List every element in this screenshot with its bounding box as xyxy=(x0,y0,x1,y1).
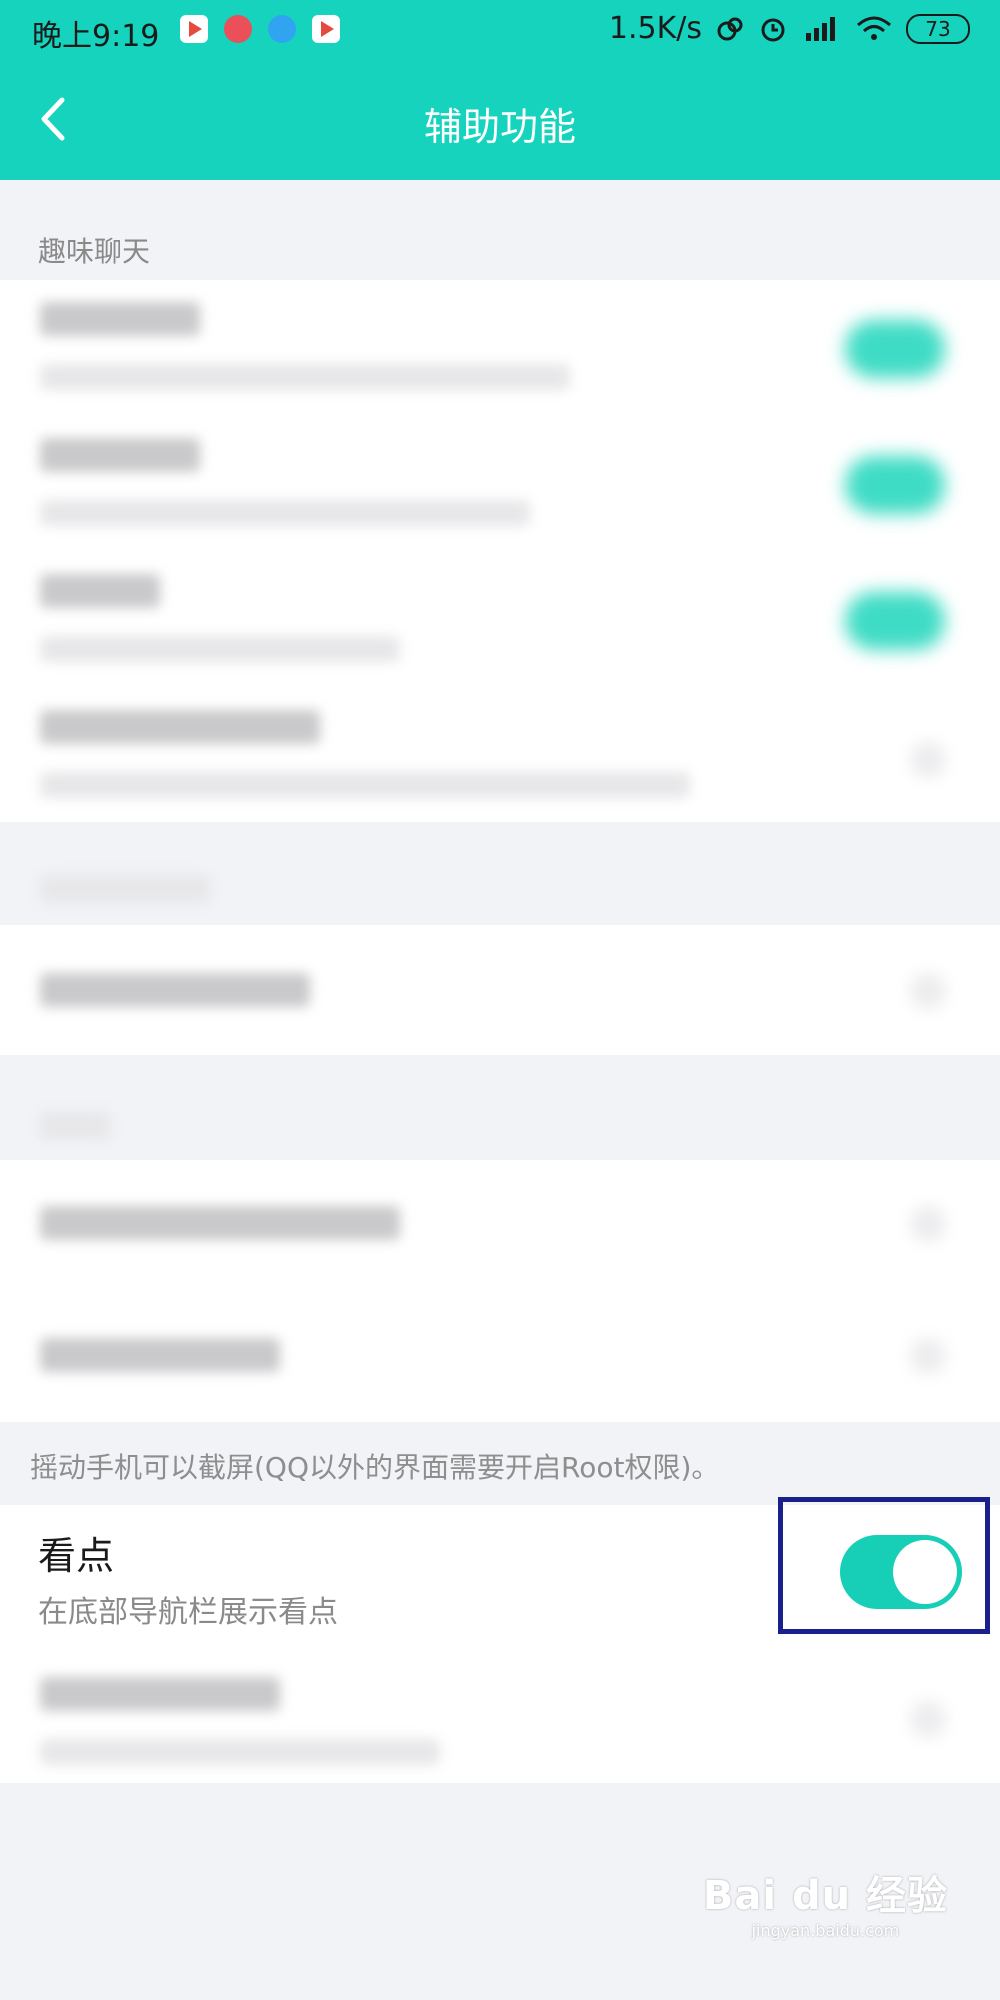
header: 辅助功能 xyxy=(0,62,1000,180)
settings-card-blurred xyxy=(0,1653,1000,1783)
play-store-icon xyxy=(312,15,340,43)
signal-icon xyxy=(806,16,835,41)
settings-card-blurred xyxy=(0,1160,1000,1422)
blurred-row-subtitle xyxy=(40,1739,440,1765)
blurred-chevron-icon xyxy=(910,742,946,778)
blurred-chevron-icon xyxy=(910,1701,946,1737)
watermark: Bai du 经验 jingyan.baidu.com xyxy=(703,1863,948,1940)
blurred-row-subtitle xyxy=(40,636,400,662)
status-right: 1.5K/s 73 xyxy=(609,11,970,46)
blurred-section-label xyxy=(40,1112,110,1140)
kandian-title: 看点 xyxy=(38,1534,115,1578)
blurred-row-subtitle xyxy=(40,364,570,390)
page-title: 辅助功能 xyxy=(423,105,576,149)
status-time: 晚上9:19 xyxy=(32,19,160,54)
watermark-domain: jingyan.baidu.com xyxy=(751,1921,900,1940)
blurred-row-title xyxy=(40,1338,280,1372)
blurred-toggle[interactable] xyxy=(845,320,945,378)
blurred-row-title xyxy=(40,973,310,1007)
top-bar: 晚上9:19 1.5K/s 73 辅助功能 xyxy=(0,0,1000,180)
blurred-row-title xyxy=(40,574,160,608)
blurred-row-title xyxy=(40,438,200,472)
blurred-row-title xyxy=(40,1206,400,1240)
alarm-icon xyxy=(761,18,785,41)
feather-icon xyxy=(268,15,296,43)
blurred-row-title xyxy=(40,710,320,744)
blurred-row-title xyxy=(40,1677,280,1711)
shake-description: 摇动手机可以截屏(QQ以外的界面需要开启Root权限)。 xyxy=(30,1451,720,1484)
watermark-brand: Bai du 经验 xyxy=(702,1873,948,1919)
music-icon xyxy=(224,15,252,43)
link-icon xyxy=(717,17,743,40)
blurred-row-subtitle xyxy=(40,500,530,526)
highlight-box xyxy=(778,1497,990,1634)
blurred-chevron-icon xyxy=(910,1338,946,1374)
blurred-toggle[interactable] xyxy=(845,592,945,650)
battery-icon: 73 xyxy=(906,13,970,44)
section-label-fun-chat: 趣味聊天 xyxy=(38,235,151,268)
network-speed: 1.5K/s xyxy=(608,11,702,46)
blurred-chevron-icon xyxy=(910,1206,946,1242)
blurred-row-subtitle xyxy=(40,772,690,798)
wifi-icon xyxy=(857,16,891,40)
status-bar: 晚上9:19 1.5K/s 73 xyxy=(0,0,1000,62)
blurred-row-title xyxy=(40,302,200,336)
play-store-icon xyxy=(180,15,208,43)
kandian-subtitle: 在底部导航栏展示看点 xyxy=(38,1595,338,1630)
settings-card-blurred xyxy=(0,925,1000,1055)
settings-card-blurred xyxy=(0,280,1000,822)
blurred-section-label xyxy=(40,875,210,903)
blurred-toggle[interactable] xyxy=(845,456,945,514)
blurred-chevron-icon xyxy=(910,973,946,1009)
notification-icons xyxy=(180,15,340,43)
